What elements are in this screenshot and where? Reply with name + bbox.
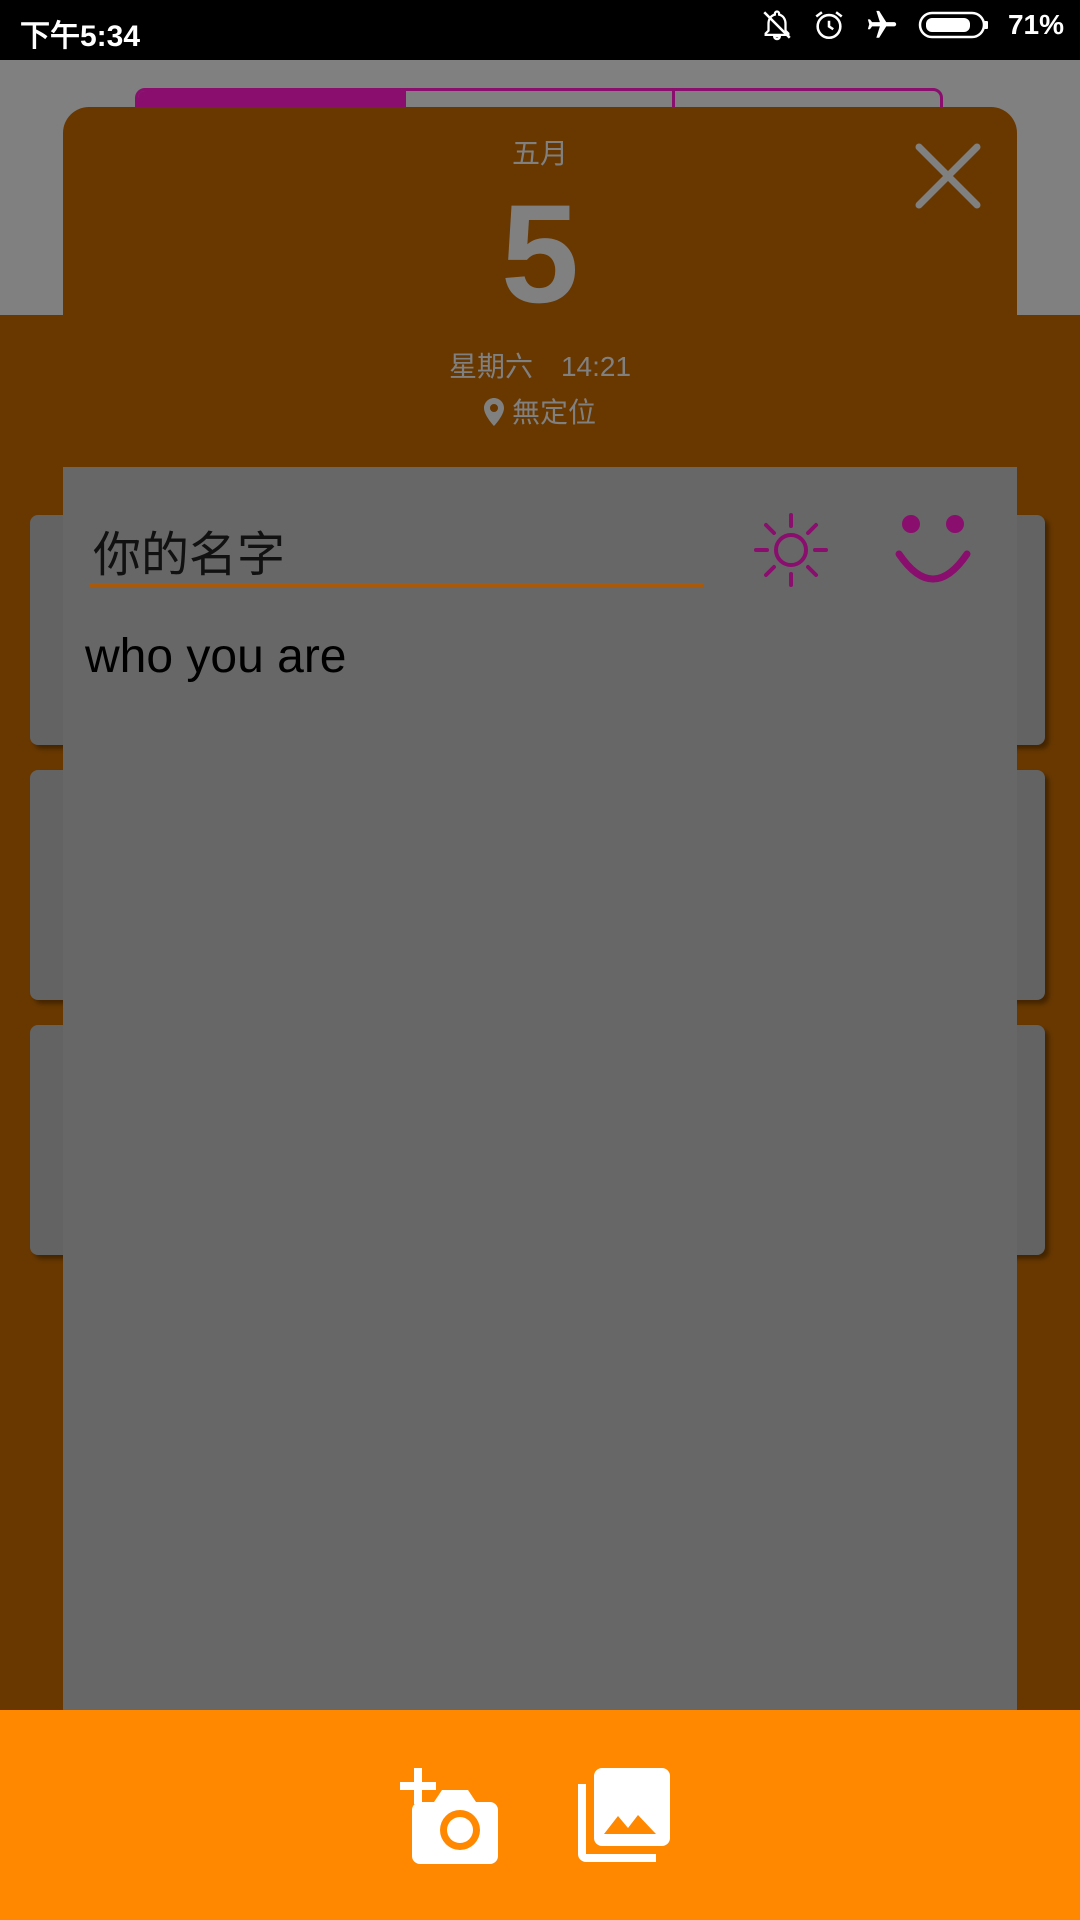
gallery-button[interactable] — [578, 1768, 670, 1867]
battery-percent: 71% — [1007, 9, 1064, 40]
sun-icon — [754, 513, 828, 587]
note-text[interactable]: who you are — [85, 629, 347, 684]
time-label: 14:21 — [560, 351, 632, 382]
location-label: 無定位 — [511, 397, 596, 428]
airplane-mode-icon — [864, 8, 900, 42]
status-bar: 下午5:34 71% — [0, 0, 1080, 60]
add-photo-camera-button[interactable] — [400, 1768, 510, 1873]
notifications-off-icon — [760, 8, 794, 42]
diary-dialog-header: 五月 5 星期六 14:21 無定位 — [63, 107, 1017, 467]
weather-button[interactable] — [753, 512, 829, 593]
month-label: 五月 — [511, 138, 568, 169]
weekday-time: 星期六 14:21 — [63, 345, 1017, 385]
gallery-icon — [578, 1768, 670, 1862]
day-number: 5 — [501, 175, 579, 332]
add-photo-camera-icon — [400, 1768, 498, 1864]
bottom-action-bar — [0, 1710, 1080, 1920]
status-time: 下午5:34 — [20, 20, 141, 53]
smiley-icon — [895, 515, 971, 583]
location-button[interactable]: 無定位 — [63, 391, 1017, 431]
mood-button[interactable] — [893, 512, 973, 593]
close-button[interactable] — [915, 143, 981, 209]
status-icons: 71% — [760, 8, 1064, 42]
close-icon — [915, 143, 981, 209]
name-input[interactable] — [89, 517, 703, 587]
alarm-icon — [812, 8, 846, 42]
location-pin-icon — [483, 398, 504, 426]
weekday-label: 星期六 — [448, 351, 533, 382]
battery-icon — [918, 10, 990, 40]
diary-dialog-body: who you are — [63, 467, 1017, 1710]
